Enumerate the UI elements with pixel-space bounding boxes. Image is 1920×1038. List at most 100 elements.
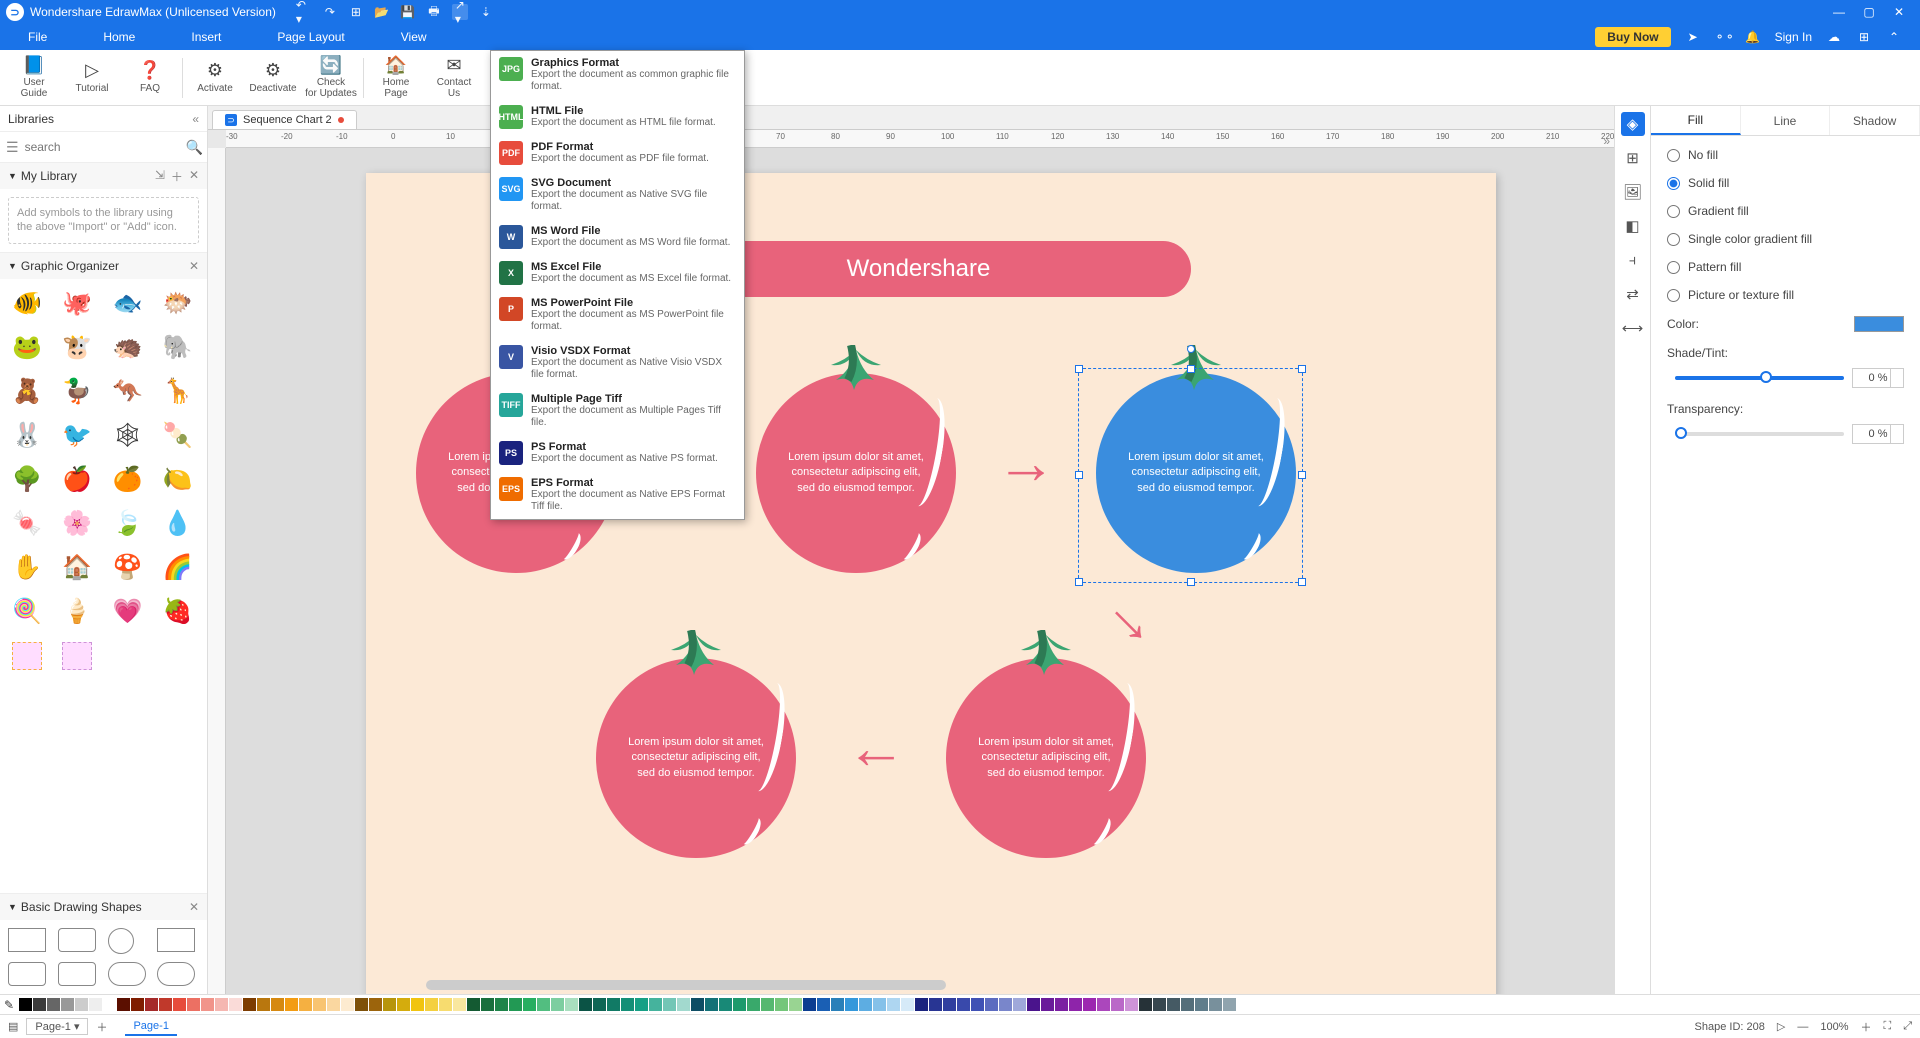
selection-handle[interactable] (1298, 471, 1306, 479)
library-symbol[interactable] (6, 637, 48, 675)
search-input[interactable] (25, 140, 180, 154)
more-icon[interactable]: ⇣ (478, 4, 494, 20)
library-symbol[interactable]: 🍎 (56, 461, 98, 499)
tomato-shape-5[interactable]: Lorem ipsum dolor sit amet, consectetur … (586, 638, 806, 858)
color-swatch[interactable] (1111, 998, 1124, 1011)
menu-pagelayout[interactable]: Page Layout (249, 24, 372, 50)
color-swatch[interactable] (929, 998, 942, 1011)
close-section-icon[interactable]: ✕ (189, 259, 199, 273)
transparency-slider[interactable] (1675, 432, 1844, 436)
grid-icon[interactable]: ⊞ (1621, 146, 1645, 170)
color-swatch[interactable] (635, 998, 648, 1011)
export-icon[interactable]: ↗ ▾ (452, 4, 468, 20)
color-swatch[interactable] (481, 998, 494, 1011)
toolbar-home-page[interactable]: 🏠HomePage (368, 50, 424, 105)
color-swatch[interactable] (397, 998, 410, 1011)
menu-icon[interactable]: ☰ (6, 139, 19, 156)
export-ms-powerpoint-file[interactable]: PMS PowerPoint FileExport the document a… (491, 291, 744, 339)
color-swatch[interactable] (257, 998, 270, 1011)
library-symbol[interactable]: 🍊 (107, 461, 149, 499)
singlecolor-radio[interactable]: Single color gradient fill (1667, 232, 1904, 246)
minimize-icon[interactable]: — (1824, 5, 1854, 19)
selection-handle[interactable] (1075, 471, 1083, 479)
fullscreen-icon[interactable]: ⤢ (1903, 1020, 1912, 1033)
color-swatch[interactable] (1209, 998, 1222, 1011)
menu-insert[interactable]: Insert (163, 24, 249, 50)
toolbar-deactivate[interactable]: ⚙Deactivate (245, 50, 301, 105)
tomato-shape-4[interactable]: Lorem ipsum dolor sit amet, consectetur … (936, 638, 1156, 858)
export-ms-word-file[interactable]: WMS Word FileExport the document as MS W… (491, 219, 744, 255)
color-swatch[interactable] (327, 998, 340, 1011)
export-eps-format[interactable]: EPSEPS FormatExport the document as Nati… (491, 471, 744, 519)
library-symbol[interactable]: 🦘 (107, 373, 149, 411)
export-ms-excel-file[interactable]: XMS Excel FileExport the document as MS … (491, 255, 744, 291)
toolbar-contact-us[interactable]: ✉ContactUs (426, 50, 482, 105)
signin-link[interactable]: Sign In (1775, 30, 1812, 44)
library-symbol[interactable]: 🕸 (107, 417, 149, 455)
layers-icon[interactable]: ◧ (1621, 214, 1645, 238)
color-swatch[interactable] (775, 998, 788, 1011)
color-swatch[interactable] (75, 998, 88, 1011)
color-swatch[interactable] (1125, 998, 1138, 1011)
toolbar-faq[interactable]: ❓FAQ (122, 50, 178, 105)
selection-handle[interactable] (1075, 578, 1083, 586)
color-swatch[interactable] (817, 998, 830, 1011)
color-swatch[interactable] (495, 998, 508, 1011)
new-icon[interactable]: ⊞ (348, 4, 364, 20)
color-swatch[interactable] (607, 998, 620, 1011)
library-symbol[interactable]: 🐠 (6, 285, 48, 323)
color-swatch[interactable] (47, 998, 60, 1011)
color-swatch[interactable] (439, 998, 452, 1011)
color-swatch[interactable] (313, 998, 326, 1011)
color-swatch[interactable] (411, 998, 424, 1011)
library-symbol[interactable]: 🐙 (56, 285, 98, 323)
color-swatch[interactable] (1013, 998, 1026, 1011)
color-swatch[interactable] (649, 998, 662, 1011)
shape-rect2[interactable] (157, 928, 195, 952)
save-icon[interactable]: 💾 (400, 4, 416, 20)
color-swatch[interactable] (1069, 998, 1082, 1011)
color-swatch[interactable] (789, 998, 802, 1011)
color-swatch[interactable] (985, 998, 998, 1011)
library-symbol[interactable]: 🦒 (157, 373, 199, 411)
document-tab[interactable]: ⊃ Sequence Chart 2 (212, 110, 357, 129)
close-section-icon[interactable]: ✕ (189, 168, 199, 185)
color-swatch[interactable] (1223, 998, 1236, 1011)
page-dropdown[interactable]: Page-1 ▾ (26, 1018, 88, 1035)
color-swatch[interactable] (145, 998, 158, 1011)
buy-now-button[interactable]: Buy Now (1595, 27, 1670, 47)
shape-pill2[interactable] (157, 962, 195, 986)
selection-handle[interactable] (1187, 365, 1195, 373)
toolbar-tutorial[interactable]: ▷Tutorial (64, 50, 120, 105)
export-multiple-page-tiff[interactable]: TIFFMultiple Page TiffExport the documen… (491, 387, 744, 435)
color-swatch[interactable] (509, 998, 522, 1011)
color-swatch[interactable] (565, 998, 578, 1011)
color-swatch[interactable] (957, 998, 970, 1011)
color-swatch[interactable] (467, 998, 480, 1011)
canvas[interactable]: Wondershare Lorem ipsum dolor sit amet, … (226, 148, 1614, 994)
shape-circle[interactable] (108, 928, 134, 954)
color-swatch[interactable] (621, 998, 634, 1011)
library-symbol[interactable]: 💗 (107, 593, 149, 631)
export-graphics-format[interactable]: JPGGraphics FormatExport the document as… (491, 51, 744, 99)
color-swatch[interactable] (1055, 998, 1068, 1011)
shape-pill[interactable] (108, 962, 146, 986)
open-icon[interactable]: 📂 (374, 4, 390, 20)
color-swatch[interactable] (131, 998, 144, 1011)
pages-icon[interactable]: ▤ (8, 1020, 18, 1033)
color-swatch[interactable] (215, 998, 228, 1011)
toolbar-user-guide[interactable]: 📘UserGuide (6, 50, 62, 105)
color-swatch[interactable] (243, 998, 256, 1011)
library-symbol[interactable]: 🐮 (56, 329, 98, 367)
shape-roundrect3[interactable] (58, 962, 96, 986)
export-html-file[interactable]: HTMLHTML FileExport the document as HTML… (491, 99, 744, 135)
color-swatch[interactable] (425, 998, 438, 1011)
search-icon[interactable]: 🔍 (186, 139, 203, 156)
tomato-shape-2[interactable]: Lorem ipsum dolor sit amet, consectetur … (746, 353, 966, 573)
color-swatch[interactable] (61, 998, 74, 1011)
nofill-radio[interactable]: No fill (1667, 148, 1904, 162)
color-swatch[interactable] (1083, 998, 1096, 1011)
gradient-radio[interactable]: Gradient fill (1667, 204, 1904, 218)
color-swatch[interactable] (103, 998, 116, 1011)
shape-roundrect2[interactable] (8, 962, 46, 986)
